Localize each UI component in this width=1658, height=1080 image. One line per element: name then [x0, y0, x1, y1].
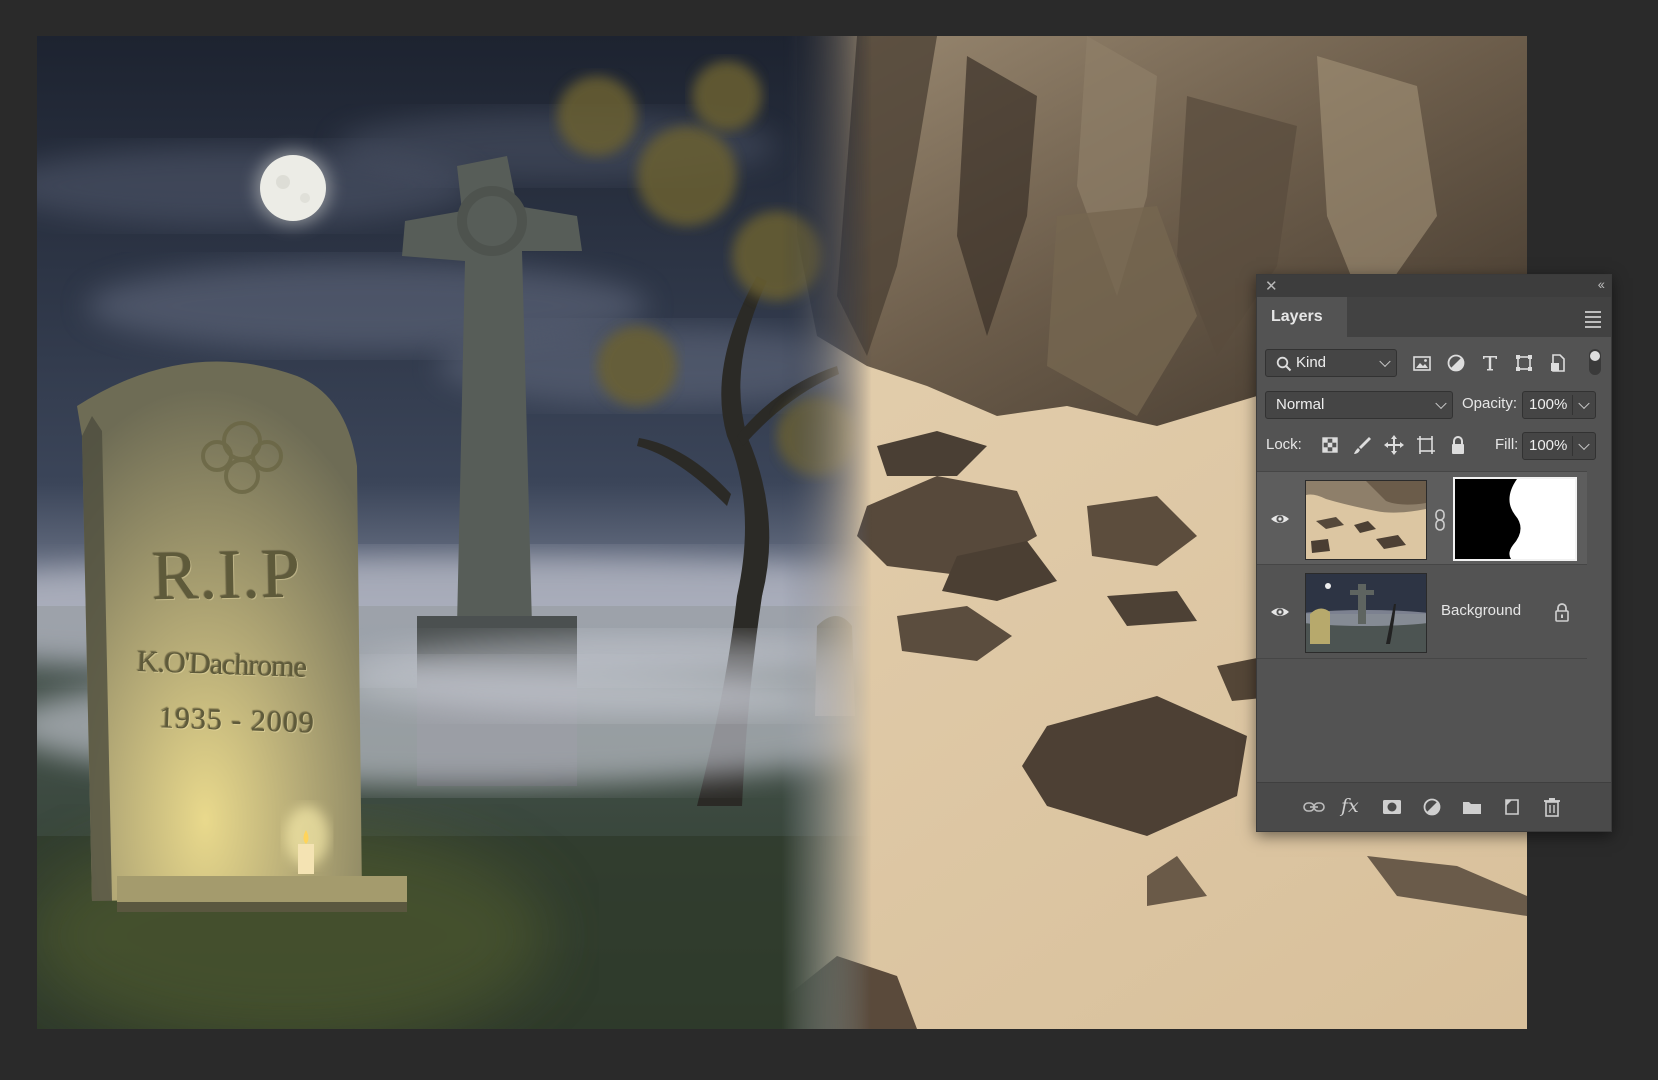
adjustment-layer-icon[interactable] [1419, 794, 1445, 820]
type-filter-icon[interactable] [1477, 350, 1503, 376]
new-layer-icon[interactable] [1499, 794, 1525, 820]
lock-transparent-pixels-icon[interactable] [1317, 432, 1343, 458]
lock-image-pixels-icon[interactable] [1349, 432, 1375, 458]
add-mask-icon[interactable] [1379, 794, 1405, 820]
filter-toggle-switch[interactable] [1589, 349, 1601, 375]
chevron-down-icon [1435, 397, 1447, 410]
chevron-down-icon[interactable] [1578, 397, 1590, 410]
opacity-value[interactable]: 100% [1529, 396, 1567, 413]
layer-mask-thumbnail[interactable] [1453, 477, 1577, 561]
fill-field[interactable]: 100% [1522, 432, 1596, 460]
layer-thumbnail[interactable] [1305, 480, 1427, 560]
panel-menu-icon[interactable] [1585, 308, 1601, 331]
panel-footer-toolbar: fx [1257, 782, 1611, 831]
visibility-eye-icon[interactable] [1269, 601, 1291, 623]
search-icon [1276, 356, 1292, 372]
blend-mode-value: Normal [1276, 396, 1325, 413]
lock-position-icon[interactable] [1381, 432, 1407, 458]
fill-value[interactable]: 100% [1529, 437, 1567, 454]
layer-lock-icon[interactable] [1553, 601, 1571, 623]
opacity-field[interactable]: 100% [1522, 391, 1596, 419]
tombstone-name: K.O'Dachrome [136, 645, 307, 684]
kind-filter-label: Kind [1296, 354, 1327, 371]
link-layers-icon[interactable] [1301, 794, 1327, 820]
tombstone-years: 1935 - 2009 [158, 701, 316, 740]
panel-tab-bar: Layers [1257, 297, 1611, 337]
tombstone-title: R.I.P [151, 535, 302, 616]
kind-filter-dropdown[interactable]: Kind [1265, 349, 1397, 377]
tab-layers[interactable]: Layers [1257, 297, 1347, 337]
delete-layer-icon[interactable] [1539, 794, 1565, 820]
image-filter-icon[interactable] [1409, 350, 1435, 376]
panel-title-bar[interactable]: ✕ ‹‹ [1257, 275, 1611, 297]
fx-icon[interactable]: fx [1341, 794, 1367, 820]
chevron-down-icon[interactable] [1578, 438, 1590, 451]
layers-scrollbar[interactable] [1589, 471, 1611, 811]
layer-row-beach[interactable] [1257, 471, 1587, 565]
layers-panel[interactable]: ✕ ‹‹ Layers Kind Normal Opacity: 100% Lo… [1256, 274, 1612, 832]
close-icon[interactable]: ✕ [1265, 277, 1278, 295]
new-group-icon[interactable] [1459, 794, 1485, 820]
shape-filter-icon[interactable] [1511, 350, 1537, 376]
fill-label: Fill: [1495, 436, 1519, 453]
layer-row-background[interactable]: Background [1257, 565, 1587, 659]
layer-name[interactable]: Background [1441, 602, 1521, 619]
adjustment-filter-icon[interactable] [1443, 350, 1469, 376]
visibility-eye-icon[interactable] [1269, 508, 1291, 530]
link-chain-icon[interactable] [1433, 508, 1447, 532]
smart-object-filter-icon[interactable] [1545, 350, 1571, 376]
lock-label: Lock: [1266, 436, 1302, 453]
lock-all-icon[interactable] [1445, 432, 1471, 458]
layer-thumbnail[interactable] [1305, 573, 1427, 653]
collapse-panel-icon[interactable]: ‹‹ [1598, 276, 1605, 292]
chevron-down-icon [1379, 355, 1391, 368]
blend-mode-dropdown[interactable]: Normal [1265, 391, 1453, 419]
lock-artboard-icon[interactable] [1413, 432, 1439, 458]
opacity-label: Opacity: [1462, 395, 1518, 412]
